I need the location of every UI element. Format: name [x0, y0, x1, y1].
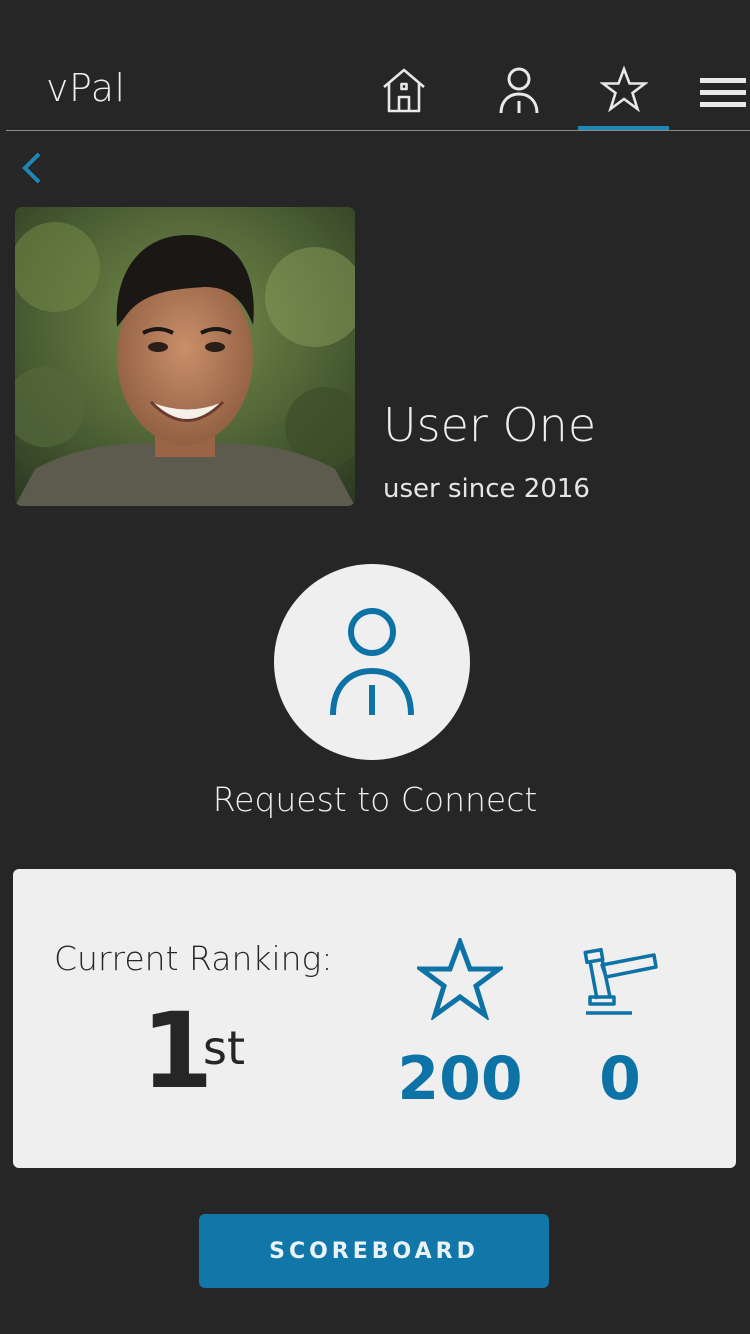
connect-label[interactable]: Request to Connect — [0, 780, 750, 819]
ranking-card: Current Ranking: 1 st 200 0 — [13, 869, 736, 1168]
home-icon — [383, 68, 425, 113]
nav-star[interactable] — [596, 62, 652, 118]
chevron-left-icon — [22, 152, 41, 184]
back-button[interactable] — [12, 148, 52, 188]
app-title: vPal — [46, 66, 126, 110]
profile-icon — [499, 67, 539, 114]
menu-icon — [700, 78, 746, 107]
ranking-title: Current Ranking: — [54, 939, 333, 978]
top-bar: vPal — [0, 0, 750, 132]
connect-button[interactable] — [274, 564, 470, 760]
nav-menu[interactable] — [694, 62, 750, 118]
points-value: 200 — [397, 1044, 523, 1114]
flags-gavel — [575, 937, 665, 1021]
flags-value: 0 — [599, 1044, 641, 1114]
header-divider — [6, 130, 750, 131]
nav-profile[interactable] — [491, 62, 547, 118]
profile-icon — [330, 608, 414, 716]
avatar — [15, 207, 355, 506]
gavel-icon — [583, 947, 658, 1015]
user-name: User One — [383, 398, 597, 452]
user-since: user since 2016 — [383, 474, 590, 504]
star-icon — [600, 65, 648, 113]
points-star — [415, 937, 505, 1021]
star-icon — [417, 938, 503, 1020]
nav-home[interactable] — [376, 62, 432, 118]
scoreboard-button[interactable]: SCOREBOARD — [199, 1214, 549, 1288]
ranking-suffix: st — [203, 1021, 246, 1075]
